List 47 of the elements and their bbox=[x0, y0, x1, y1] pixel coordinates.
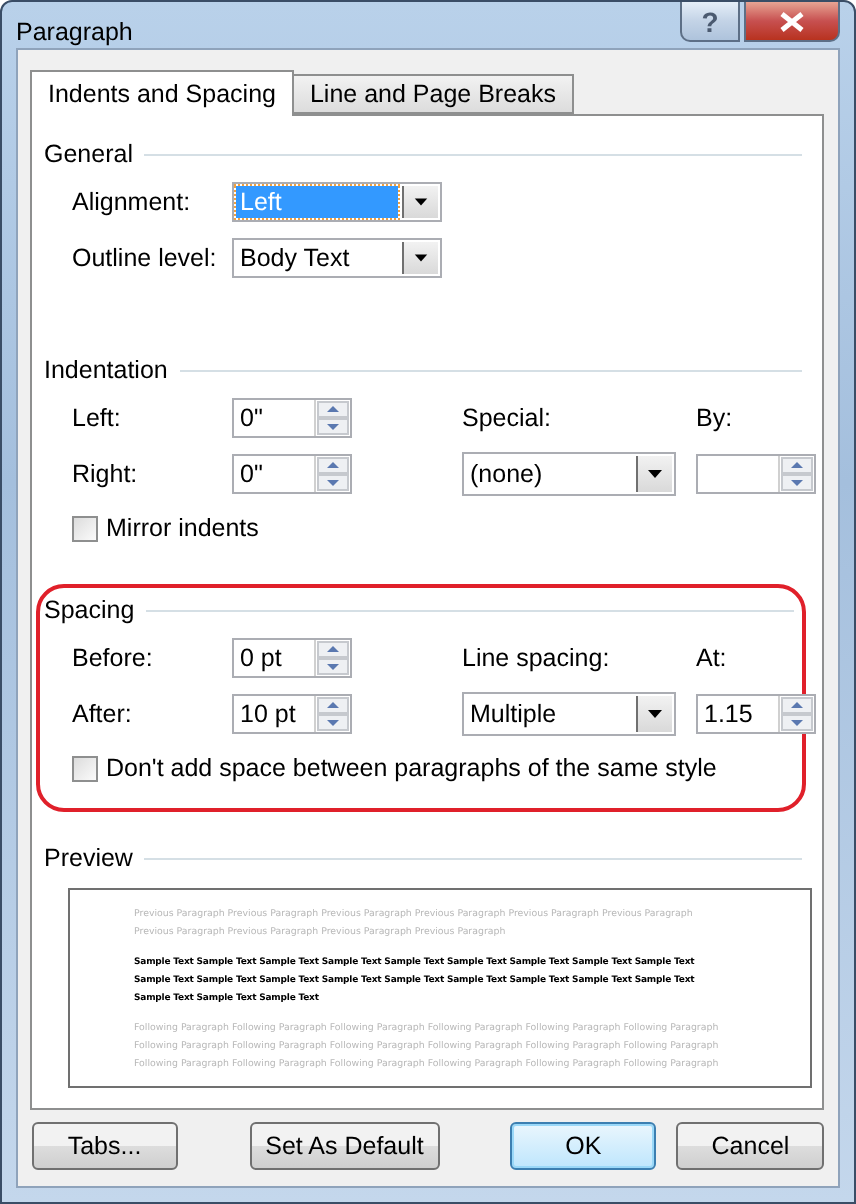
caret-icon[interactable] bbox=[402, 242, 438, 274]
field-label: Right: bbox=[72, 460, 140, 488]
field-label: Alignment: bbox=[72, 188, 193, 216]
spin-field[interactable]: 0 pt bbox=[232, 638, 352, 678]
tab[interactable]: Line and Page Breaks bbox=[291, 74, 574, 114]
spinner-icon[interactable] bbox=[314, 696, 350, 732]
close-button[interactable] bbox=[744, 2, 840, 42]
dropdown-field[interactable]: Multiple bbox=[462, 692, 676, 736]
checkbox-label: Mirror indents bbox=[106, 514, 259, 542]
section-heading: General bbox=[44, 140, 133, 168]
close-icon bbox=[780, 11, 804, 31]
window-title: Paragraph bbox=[16, 18, 133, 46]
checkbox[interactable] bbox=[72, 755, 98, 781]
dropdown-field[interactable]: Body Text bbox=[232, 238, 442, 278]
checkbox-label: Don't add space between paragraphs of the same style bbox=[106, 754, 717, 782]
field-label: At: bbox=[696, 644, 729, 672]
spin-field[interactable]: 0" bbox=[232, 398, 352, 438]
dialog-button[interactable]: Cancel bbox=[676, 1122, 825, 1170]
spin-field[interactable]: 1.15 bbox=[696, 694, 816, 734]
field-label: After: bbox=[72, 700, 134, 728]
dialog-button[interactable]: Set As Default bbox=[249, 1122, 440, 1170]
field-label: Line spacing: bbox=[462, 644, 612, 672]
field-label: By: bbox=[696, 404, 735, 432]
spin-field[interactable]: 0" bbox=[232, 454, 352, 494]
field-label: Special: bbox=[462, 404, 553, 432]
spinner-icon[interactable] bbox=[778, 456, 814, 492]
tab[interactable]: Indents and Spacing bbox=[30, 70, 294, 116]
field-label: Before: bbox=[72, 644, 155, 672]
dialog-button[interactable]: Tabs... bbox=[32, 1122, 178, 1170]
caret-icon[interactable] bbox=[402, 186, 438, 218]
spin-field[interactable]: 10 pt bbox=[232, 694, 352, 734]
spinner-icon[interactable] bbox=[778, 696, 814, 732]
section-heading: Spacing bbox=[44, 596, 135, 624]
section-heading: Indentation bbox=[44, 356, 168, 384]
caret-icon[interactable] bbox=[636, 456, 672, 492]
field-label: Outline level: bbox=[72, 244, 219, 272]
dialog-button[interactable]: OK bbox=[509, 1122, 657, 1170]
spinner-icon[interactable] bbox=[314, 640, 350, 676]
section-heading: Preview bbox=[44, 844, 133, 872]
field-label: Left: bbox=[72, 404, 123, 432]
checkbox[interactable] bbox=[72, 515, 98, 541]
help-button[interactable]: ? bbox=[680, 2, 740, 42]
spin-field[interactable] bbox=[696, 454, 816, 494]
spinner-icon[interactable] bbox=[314, 400, 350, 436]
dropdown-field[interactable]: (none) bbox=[462, 452, 676, 496]
spinner-icon[interactable] bbox=[314, 456, 350, 492]
caret-icon[interactable] bbox=[636, 696, 672, 732]
